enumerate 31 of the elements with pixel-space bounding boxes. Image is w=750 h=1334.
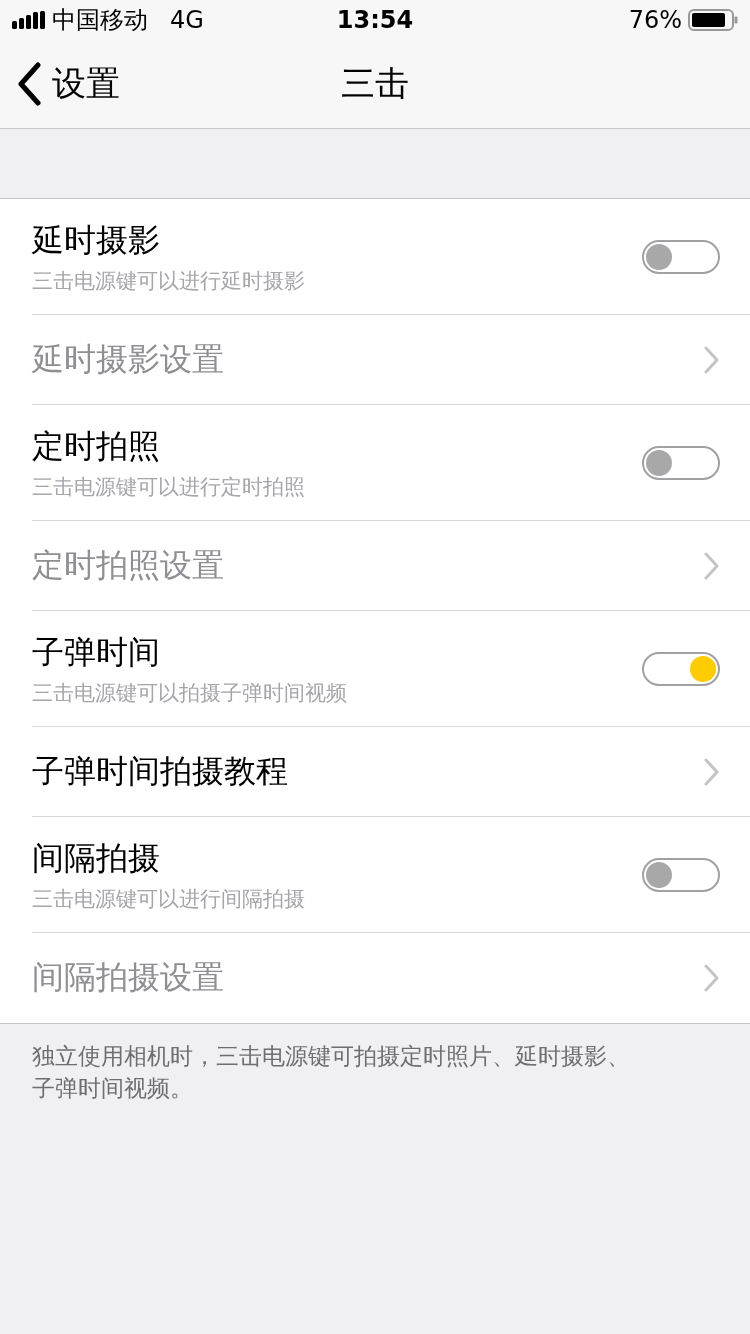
back-button[interactable]: 设置 [0, 61, 120, 107]
setting-title: 延时摄影 [32, 219, 161, 261]
back-chevron-icon [16, 62, 42, 106]
page-title: 三击 [340, 62, 410, 105]
chevron-right-icon [704, 551, 720, 580]
carrier-name: 中国移动 [52, 5, 148, 36]
chevron-right-icon [704, 345, 720, 374]
setting-link-title: 间隔拍摄设置 [32, 957, 224, 998]
toggle-switch[interactable] [642, 445, 720, 480]
setting-link-row[interactable]: 子弹时间拍摄教程 [32, 727, 750, 817]
signal-icon [12, 11, 46, 29]
setting-description: 三击电源键可以拍摄子弹时间视频 [32, 679, 347, 707]
setting-link-title: 定时拍照设置 [32, 544, 224, 586]
setting-description: 三击电源键可以进行间隔拍摄 [32, 885, 305, 913]
network-type: 4G [170, 6, 204, 34]
setting-title: 子弹时间 [32, 631, 161, 673]
toggle-switch[interactable] [642, 239, 720, 274]
toggle-switch[interactable] [642, 857, 720, 892]
chevron-right-icon [704, 757, 720, 786]
setting-title: 定时拍照 [32, 425, 161, 467]
status-time: 13:54 [335, 6, 415, 34]
setting-link-title: 子弹时间拍摄教程 [32, 750, 288, 792]
battery-percent: 76% [628, 6, 682, 34]
setting-link-title: 延时摄影设置 [32, 338, 224, 380]
chevron-right-icon [704, 964, 720, 992]
toggle-switch[interactable] [642, 651, 720, 686]
setting-description: 三击电源键可以进行定时拍照 [32, 473, 305, 501]
footer-note: 独立使用相机时，三击电源键可拍摄定时照片、延时摄影、子弹时间视频。 [31, 1042, 631, 1103]
setting-description: 三击电源键可以进行延时摄影 [32, 267, 305, 295]
battery-icon [688, 8, 738, 32]
setting-title: 间隔拍摄 [32, 837, 161, 879]
